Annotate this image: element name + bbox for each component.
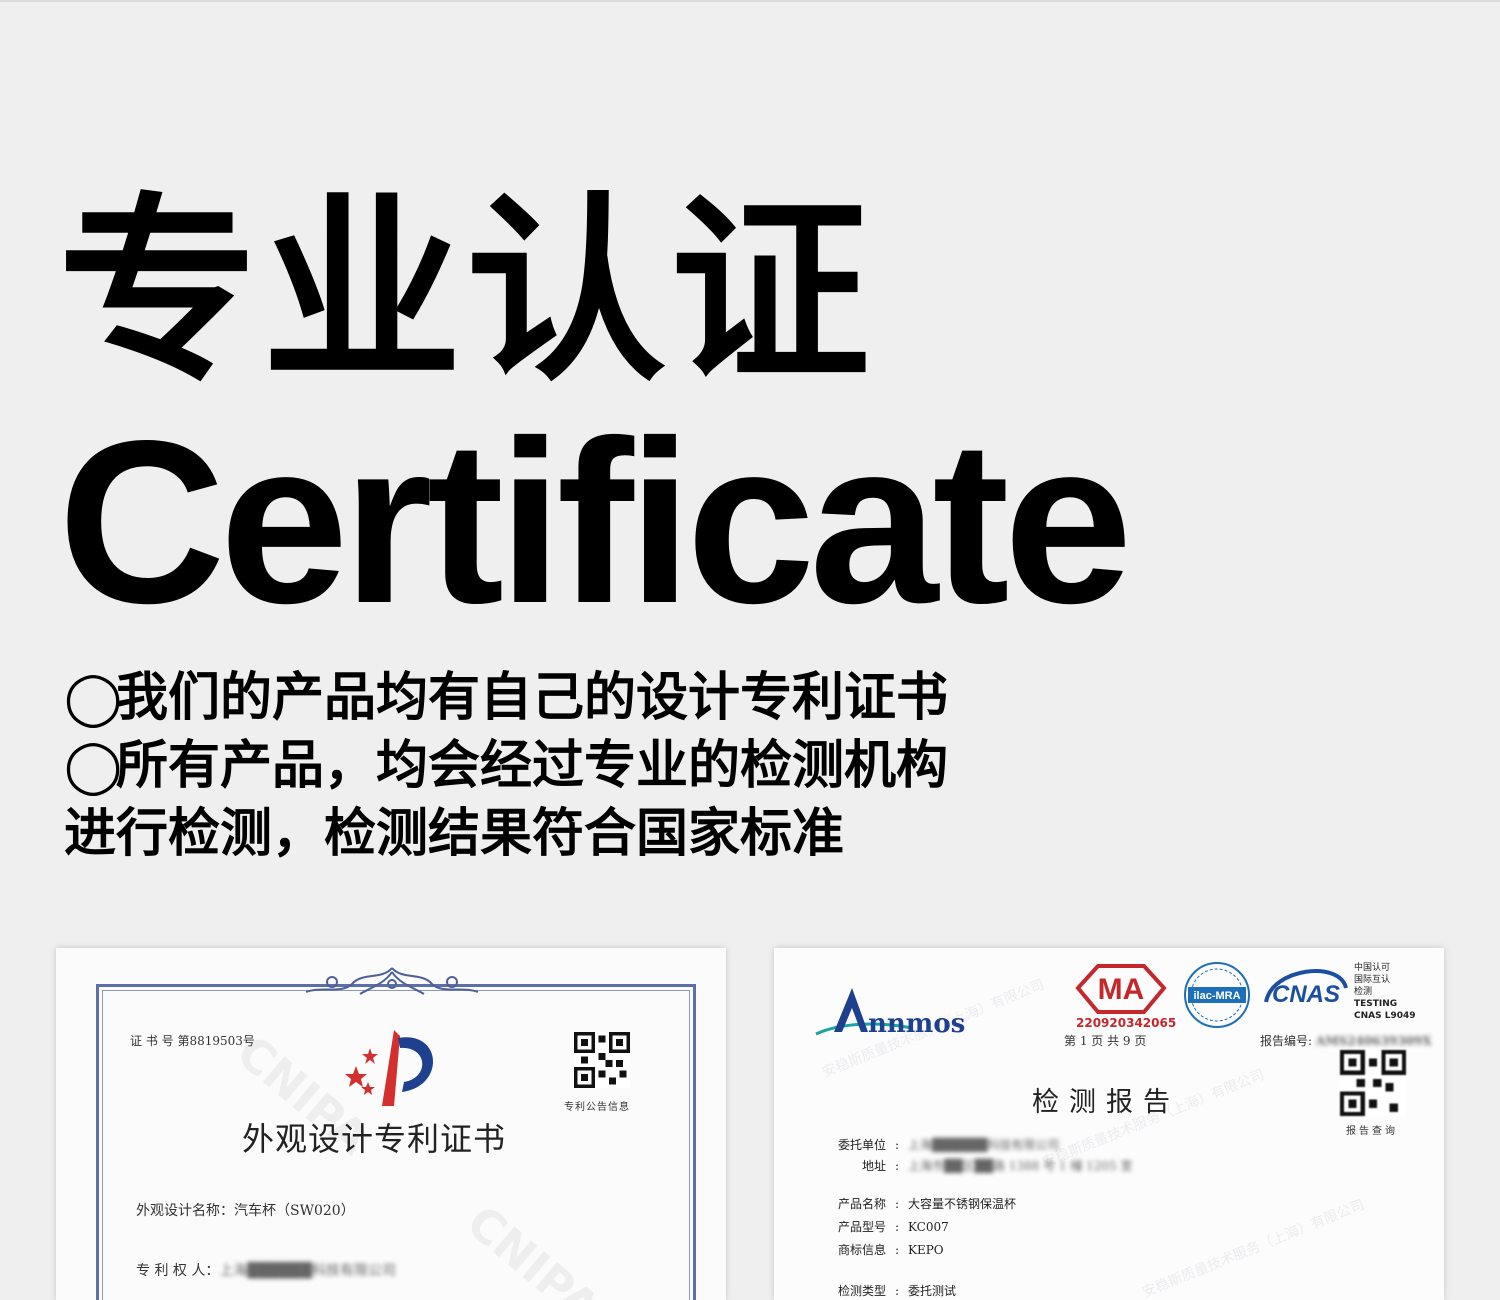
page-info: 第 1 页 共 9 页 [1064,1034,1147,1048]
report-field-product-model: 产品型号: KC007 [837,1220,949,1234]
report-field-product-name: 产品名称: 大容量不锈钢保温杯 [837,1197,1017,1211]
qr-caption: 报告查询 [1346,1126,1398,1137]
certificate-title: 外观设计专利证书 [242,1120,507,1158]
description-line-1: ◯我们的产品均有自己的设计专利证书 [64,664,948,732]
qr-caption: 专利公告信息 [564,1102,630,1113]
watermark: 安稳斯质量技术服务（上海）有限公司 [1140,1196,1367,1300]
cnas-accreditation-text: 中国认可 国际互认 检测 TESTING CNAS L9049 [1354,963,1416,1021]
patent-owner-row: 专 利 权 人：上海██████科技有限公司 [136,1263,396,1279]
svg-text:CNAS: CNAS [1272,981,1340,1008]
description-line-2: ◯所有产品，均会经过专业的检测机构 [64,732,948,800]
page-title-cn: 专业认证 [58,176,875,409]
report-field-test-type: 检测类型: 委托测试 [837,1284,957,1298]
cma-logo-icon: MA [1075,964,1167,1014]
test-report-image: 安稳斯质量技术服务（上海）有限公司 安稳斯质量技术服务（上海）有限公司 安稳斯质… [774,948,1444,1300]
qr-code-icon [1340,1050,1406,1116]
report-field-client: 委托单位: 上海██████科技有限公司 [837,1138,1060,1152]
report-field-trademark: 商标信息: KEPO [837,1243,944,1257]
cnipa-logo-icon [345,1030,434,1106]
top-divider [0,0,1500,2]
report-field-address: 地址: 上海市██区██路 1388 号 1 幢 1205 室 [861,1159,1133,1173]
certificate-number: 证 书 号 第8819503号 [130,1034,255,1048]
ilac-mra-logo-icon: ilac-MRA [1184,962,1250,1028]
svg-text:MA: MA [1098,973,1145,1006]
report-number: 报告编号: AMS240639309X [1260,1034,1432,1048]
qr-code-icon [574,1032,630,1088]
report-title: 检测报告 [1032,1087,1180,1118]
svg-text:nnmos: nnmos [868,1009,965,1039]
circle-bullet-icon: ◯ [64,668,123,728]
annmos-logo-icon: nnmos [815,988,965,1039]
circle-bullet-icon: ◯ [64,736,123,796]
cnas-logo-icon: CNAS [1264,969,1348,1008]
description: ◯我们的产品均有自己的设计专利证书 ◯所有产品，均会经过专业的检测机构 进行检测… [64,664,948,868]
page-title-en: Certificate [58,393,1133,652]
svg-text:ilac-MRA: ilac-MRA [1193,990,1240,1002]
description-line-3: 进行检测，检测结果符合国家标准 [64,804,845,864]
patent-certificate-image: CNIPA CNIPA 证 书 号 第8819503号 专利公告信息 外观设计专… [56,948,726,1300]
design-name-row: 外观设计名称：汽车杯（SW020） [136,1203,355,1219]
cma-number: 220920342065 [1076,1016,1177,1030]
ornament-icon [305,967,479,995]
